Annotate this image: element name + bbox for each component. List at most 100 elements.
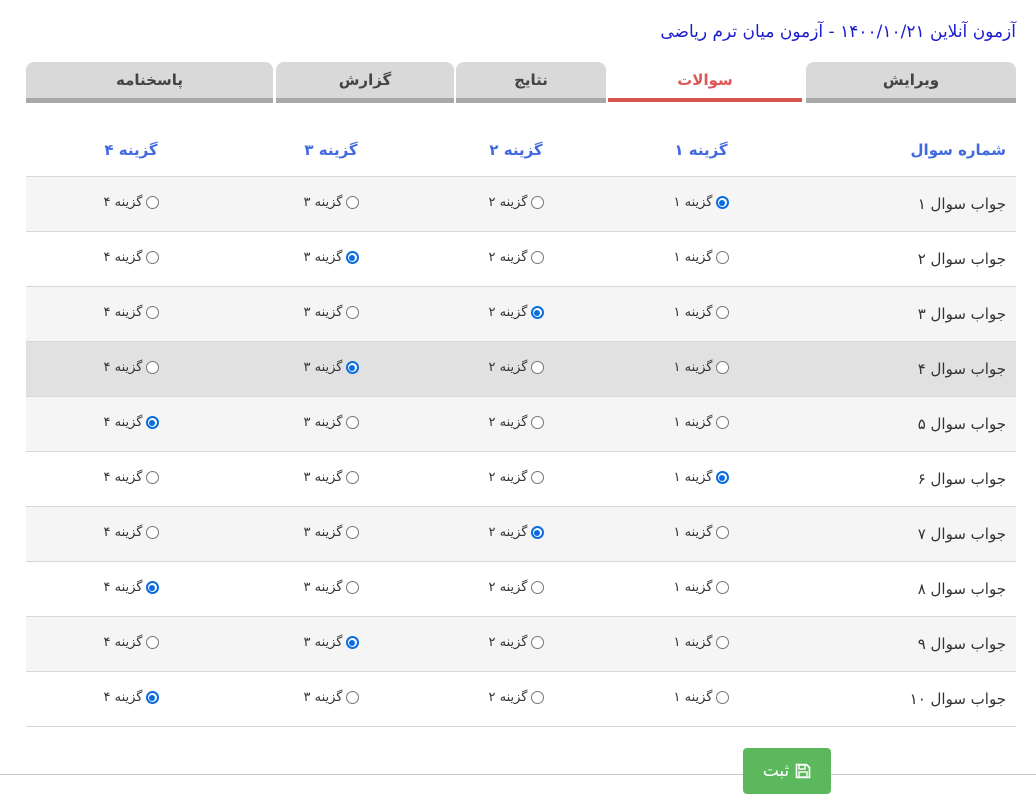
option-4-choice[interactable]: گزینه ۴: [104, 360, 159, 375]
option-2-choice[interactable]: گزینه ۲: [489, 250, 544, 265]
option-4-radio[interactable]: [145, 251, 159, 264]
option-2-radio[interactable]: [530, 526, 544, 539]
option-cell: گزینه ۳: [236, 396, 426, 452]
option-3-choice[interactable]: گزینه ۳: [304, 580, 359, 595]
option-2-choice[interactable]: گزینه ۲: [489, 525, 544, 540]
tab-report[interactable]: گزارش: [276, 62, 454, 103]
option-label: گزینه ۴: [103, 360, 143, 375]
option-4-choice[interactable]: گزینه ۴: [104, 690, 159, 705]
option-cell: گزینه ۲: [426, 286, 606, 342]
option-label: گزینه ۴: [103, 635, 143, 650]
option-1-radio[interactable]: [715, 691, 729, 704]
option-2-radio[interactable]: [530, 471, 544, 484]
option-2-radio[interactable]: [530, 196, 544, 209]
option-1-choice[interactable]: گزینه ۱: [674, 415, 729, 430]
option-3-choice[interactable]: گزینه ۳: [304, 525, 359, 540]
save-button[interactable]: ثبت: [743, 748, 831, 794]
option-4-choice[interactable]: گزینه ۴: [104, 525, 159, 540]
tab-questions[interactable]: سوالات: [608, 62, 802, 102]
option-3-radio[interactable]: [345, 306, 359, 319]
option-1-radio[interactable]: [715, 196, 729, 209]
option-3-choice[interactable]: گزینه ۳: [304, 305, 359, 320]
option-3-radio[interactable]: [345, 581, 359, 594]
option-1-choice[interactable]: گزینه ۱: [674, 195, 729, 210]
tab-edit[interactable]: ویرایش: [806, 62, 1016, 103]
option-4-choice[interactable]: گزینه ۴: [104, 415, 159, 430]
option-1-choice[interactable]: گزینه ۱: [674, 305, 729, 320]
option-3-choice[interactable]: گزینه ۳: [304, 690, 359, 705]
option-1-radio[interactable]: [715, 416, 729, 429]
option-4-choice[interactable]: گزینه ۴: [104, 250, 159, 265]
option-4-radio[interactable]: [145, 581, 159, 594]
option-4-radio[interactable]: [145, 196, 159, 209]
option-1-choice[interactable]: گزینه ۱: [674, 360, 729, 375]
option-1-choice[interactable]: گزینه ۱: [674, 690, 729, 705]
option-3-radio[interactable]: [345, 196, 359, 209]
option-4-choice[interactable]: گزینه ۴: [104, 195, 159, 210]
option-1-choice[interactable]: گزینه ۱: [674, 635, 729, 650]
option-1-radio[interactable]: [715, 251, 729, 264]
option-3-radio[interactable]: [345, 361, 359, 374]
table-row: جواب سوال ۴ گزینه ۱ گزینه ۲ گزینه ۳ گزینه ۴: [26, 341, 1016, 397]
option-4-radio[interactable]: [145, 416, 159, 429]
option-2-radio[interactable]: [530, 581, 544, 594]
option-3-choice[interactable]: گزینه ۳: [304, 360, 359, 375]
option-2-choice[interactable]: گزینه ۲: [489, 195, 544, 210]
option-1-choice[interactable]: گزینه ۱: [674, 470, 729, 485]
option-3-choice[interactable]: گزینه ۳: [304, 250, 359, 265]
option-4-choice[interactable]: گزینه ۴: [104, 580, 159, 595]
option-4-radio[interactable]: [145, 361, 159, 374]
option-4-choice[interactable]: گزینه ۴: [104, 305, 159, 320]
option-4-radio[interactable]: [145, 526, 159, 539]
option-4-radio[interactable]: [145, 471, 159, 484]
option-1-radio[interactable]: [715, 526, 729, 539]
tab-results[interactable]: نتایج: [456, 62, 606, 103]
option-4-radio[interactable]: [145, 691, 159, 704]
tab-answer-sheet[interactable]: پاسخنامه: [26, 62, 273, 103]
option-cell: گزینه ۴: [26, 506, 236, 562]
option-label: گزینه ۲: [488, 305, 528, 320]
option-1-radio[interactable]: [715, 306, 729, 319]
option-3-choice[interactable]: گزینه ۳: [304, 415, 359, 430]
table-row: جواب سوال ۹ گزینه ۱ گزینه ۲ گزینه ۳ گزینه ۴: [26, 616, 1016, 672]
option-3-choice[interactable]: گزینه ۳: [304, 195, 359, 210]
option-4-choice[interactable]: گزینه ۴: [104, 470, 159, 485]
option-4-radio[interactable]: [145, 306, 159, 319]
option-1-radio[interactable]: [715, 636, 729, 649]
option-2-radio[interactable]: [530, 636, 544, 649]
header-option-4: گزینه ۴: [26, 124, 236, 177]
option-2-radio[interactable]: [530, 416, 544, 429]
option-2-radio[interactable]: [530, 691, 544, 704]
option-1-choice[interactable]: گزینه ۱: [674, 580, 729, 595]
option-1-radio[interactable]: [715, 581, 729, 594]
option-1-radio[interactable]: [715, 361, 729, 374]
option-2-choice[interactable]: گزینه ۲: [489, 360, 544, 375]
option-2-radio[interactable]: [530, 361, 544, 374]
option-3-choice[interactable]: گزینه ۳: [304, 470, 359, 485]
option-2-choice[interactable]: گزینه ۲: [489, 580, 544, 595]
option-label: گزینه ۱: [673, 415, 713, 430]
option-1-radio[interactable]: [715, 471, 729, 484]
option-4-radio[interactable]: [145, 636, 159, 649]
option-2-choice[interactable]: گزینه ۲: [489, 690, 544, 705]
question-label: جواب سوال ۷: [796, 506, 1016, 562]
option-2-choice[interactable]: گزینه ۲: [489, 635, 544, 650]
option-4-choice[interactable]: گزینه ۴: [104, 635, 159, 650]
option-3-radio[interactable]: [345, 471, 359, 484]
option-3-radio[interactable]: [345, 526, 359, 539]
option-3-radio[interactable]: [345, 251, 359, 264]
option-3-choice[interactable]: گزینه ۳: [304, 635, 359, 650]
option-2-choice[interactable]: گزینه ۲: [489, 415, 544, 430]
option-2-choice[interactable]: گزینه ۲: [489, 470, 544, 485]
option-2-radio[interactable]: [530, 251, 544, 264]
option-3-radio[interactable]: [345, 636, 359, 649]
option-1-choice[interactable]: گزینه ۱: [674, 250, 729, 265]
option-3-radio[interactable]: [345, 691, 359, 704]
table-header-row: شماره سوال گزینه ۱ گزینه ۲ گزینه ۳ گزینه…: [26, 124, 1016, 177]
option-1-choice[interactable]: گزینه ۱: [674, 525, 729, 540]
option-2-radio[interactable]: [530, 306, 544, 319]
option-2-choice[interactable]: گزینه ۲: [489, 305, 544, 320]
option-cell: گزینه ۴: [26, 616, 236, 672]
option-label: گزینه ۱: [673, 470, 713, 485]
option-3-radio[interactable]: [345, 416, 359, 429]
